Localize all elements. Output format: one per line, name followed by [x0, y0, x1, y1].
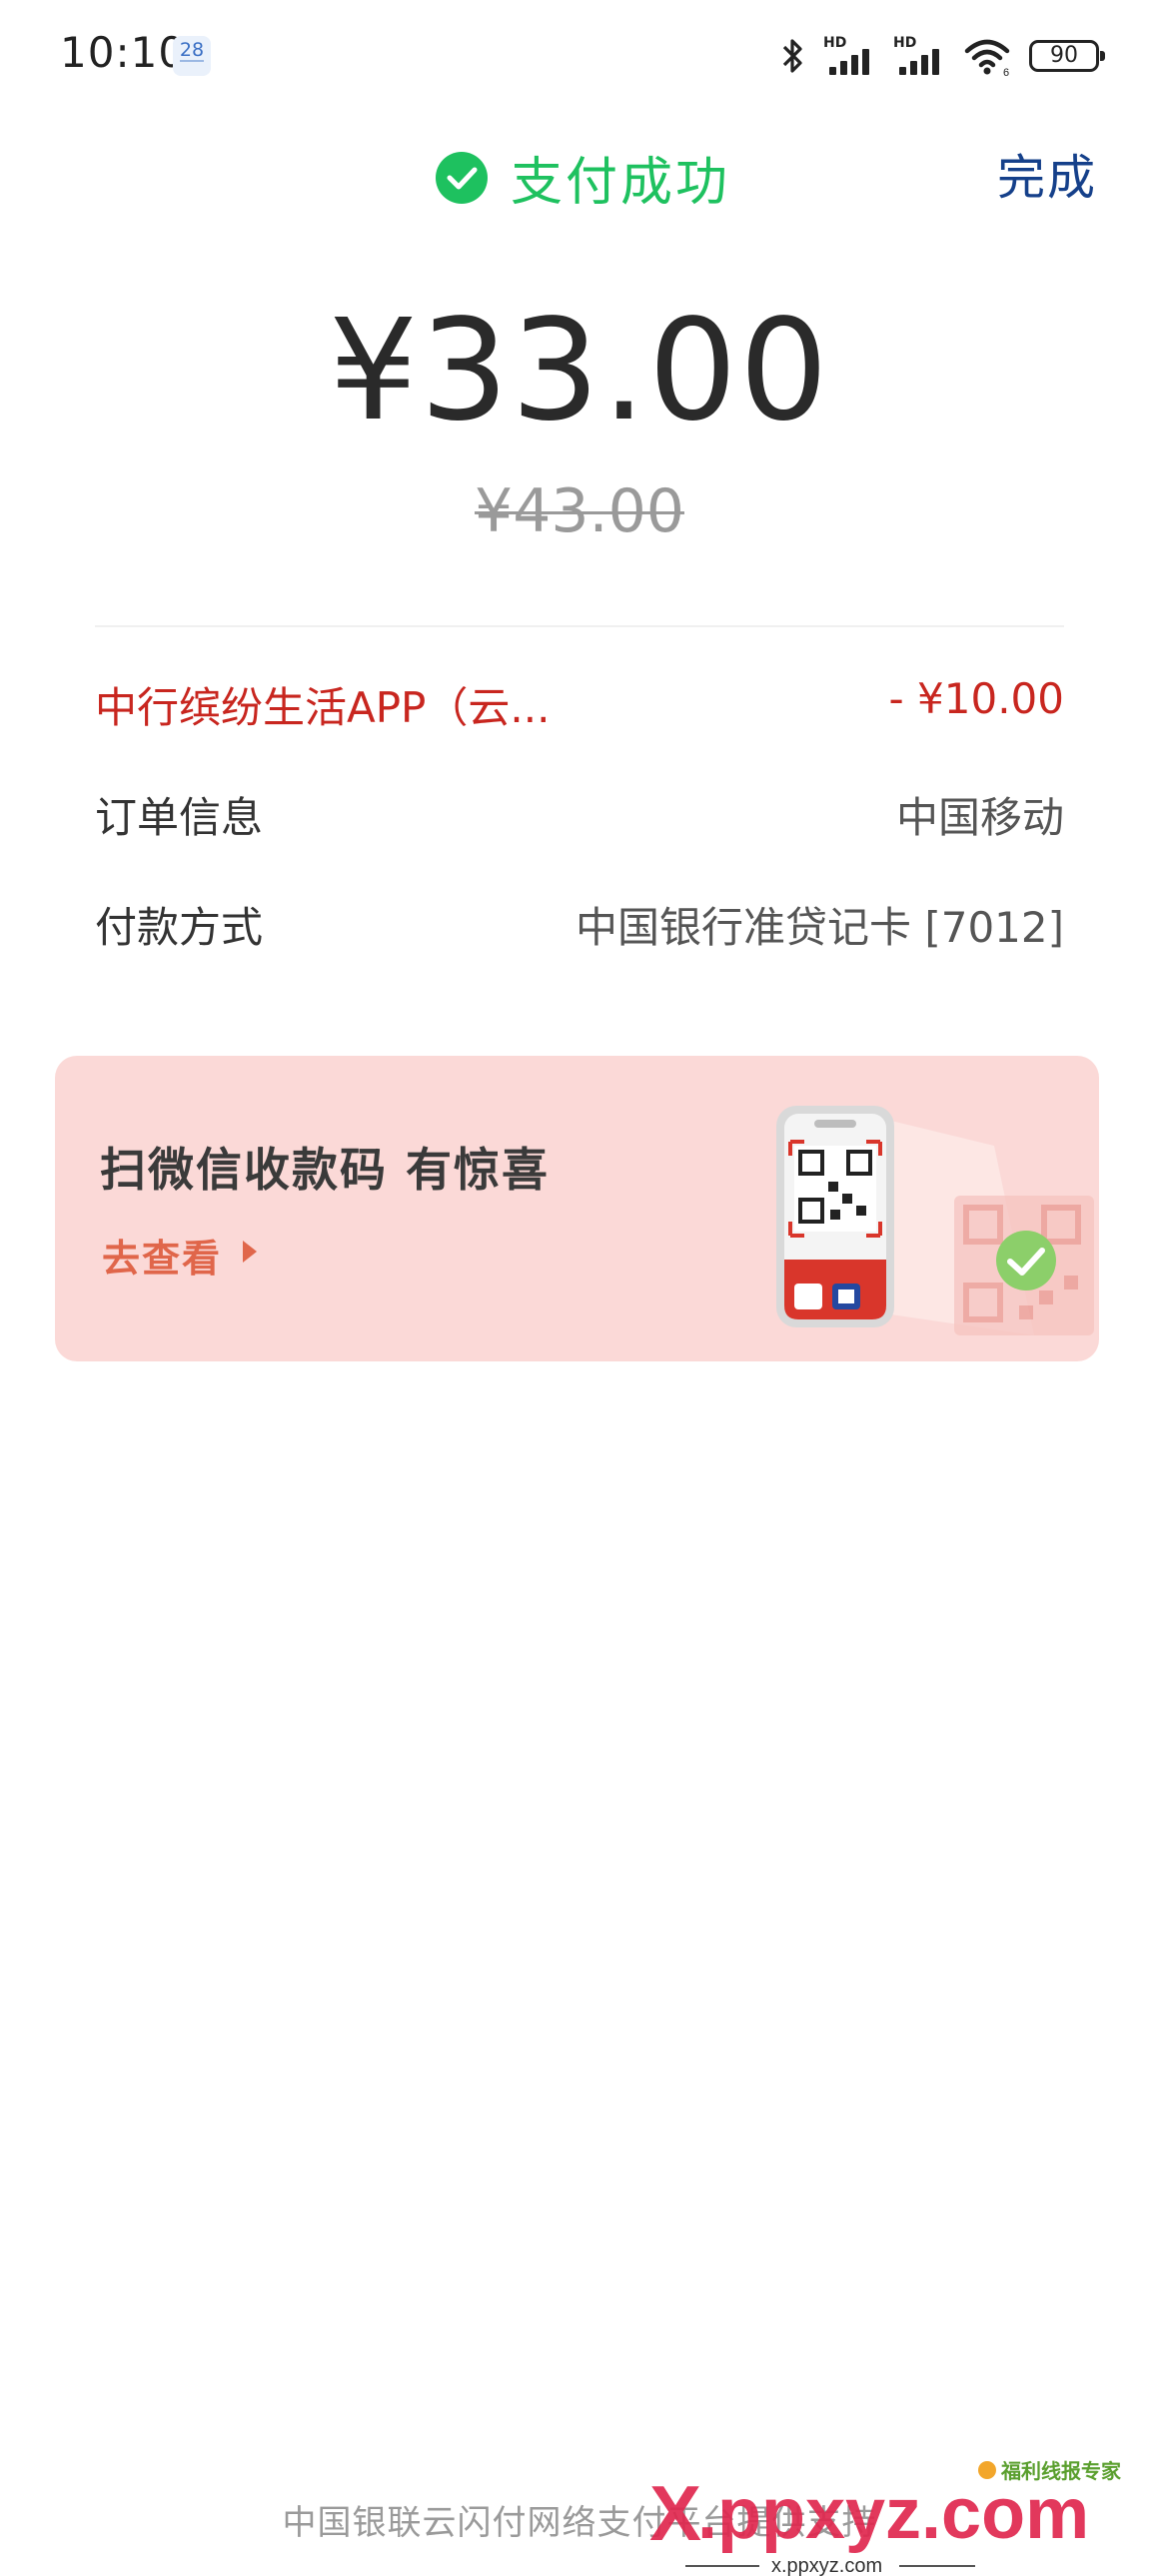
- svg-text:.ppxyz.com: .ppxyz.com: [697, 2474, 1089, 2554]
- battery-icon: 90: [1029, 40, 1105, 72]
- header: 支付成功 完成: [0, 130, 1159, 220]
- signal-icon: HD: [823, 35, 879, 77]
- success-status: 支付成功: [435, 140, 730, 215]
- discount-value: - ¥10.00: [888, 674, 1064, 723]
- order-info-value: 中国移动: [895, 793, 1064, 842]
- original-amount: ¥43.00: [0, 476, 1159, 546]
- paid-amount: ¥33.00: [329, 290, 830, 452]
- promo-banner[interactable]: 扫微信收款码 有惊喜 去查看: [55, 1056, 1099, 1361]
- payment-success-page: 10:10 28 HD HD 6 90 支付成功 完成 ¥33.00 ¥43.0…: [0, 0, 1159, 2576]
- discount-label: 中行缤纷生活APP（云...: [95, 683, 551, 732]
- arrow-right-icon: [243, 1241, 257, 1263]
- svg-text:6: 6: [1003, 67, 1009, 77]
- divider: [95, 625, 1064, 627]
- order-info-label: 订单信息: [95, 793, 264, 842]
- svg-text:x.ppxyz.com: x.ppxyz.com: [771, 2555, 882, 2576]
- order-info-row: 订单信息 中国移动: [95, 784, 1064, 854]
- done-button[interactable]: 完成: [997, 138, 1097, 208]
- payment-method-row: 付款方式 中国银行准贷记卡 [7012]: [95, 894, 1064, 964]
- original-amount-value: ¥43.00: [475, 476, 684, 546]
- check-circle-icon: [436, 151, 488, 204]
- signal-icon-2: HD: [893, 35, 949, 77]
- wifi-icon: 6: [964, 39, 1010, 77]
- page-title: 支付成功: [511, 153, 731, 213]
- phone-qr-illustration: [776, 1106, 1094, 1335]
- calendar-icon: 28: [173, 36, 211, 76]
- promo-link[interactable]: 去查看: [102, 1228, 222, 1283]
- calendar-day: 28: [179, 39, 205, 61]
- watermark-logo: 福利线报专家 X .ppxyz.com x.ppxyz.com: [649, 2459, 1122, 2576]
- payment-method-value: 中国银行准贷记卡 [7012]: [575, 903, 1064, 952]
- status-icons: HD HD 6 90: [775, 34, 1105, 78]
- svg-text:X: X: [649, 2469, 701, 2557]
- discount-row[interactable]: 中行缤纷生活APP（云... - ¥10.00: [95, 674, 1064, 744]
- promo-title: 扫微信收款码 有惊喜: [100, 1143, 551, 1197]
- bluetooth-icon: [782, 39, 802, 73]
- status-bar: 10:10 28 HD HD 6 90: [0, 0, 1159, 110]
- status-time: 10:10: [60, 28, 187, 77]
- payment-method-label: 付款方式: [95, 903, 264, 952]
- battery-level: 90: [1050, 43, 1078, 68]
